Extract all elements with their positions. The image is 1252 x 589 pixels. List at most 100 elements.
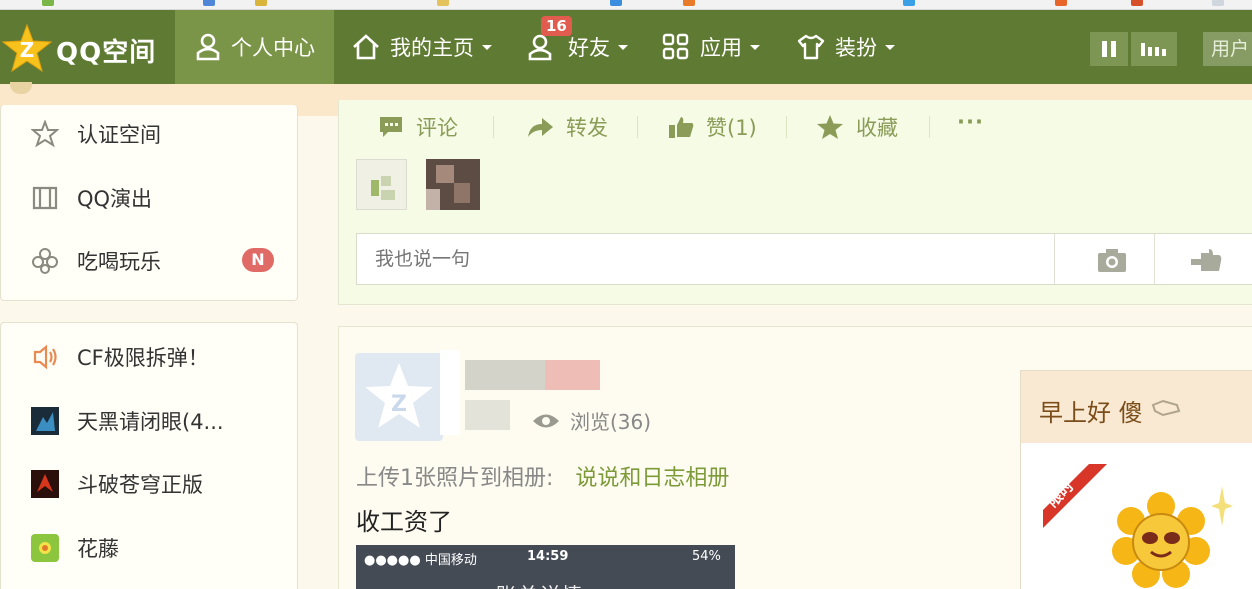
vip-badge	[545, 360, 600, 390]
bookmark-icon[interactable]	[1055, 0, 1067, 6]
nav-personal-center[interactable]: 个人中心	[175, 10, 334, 84]
comment-box	[356, 233, 1252, 285]
sidebar-app-doupo[interactable]: 斗破苍穹正版	[29, 466, 203, 502]
sidebar-item-label: QQ演出	[77, 187, 153, 211]
sidebar-app-werewolf[interactable]: 天黑请闭眼(4...	[29, 403, 224, 439]
bars-icon	[1141, 43, 1166, 56]
logo-text: QQ空间	[56, 38, 157, 68]
blurred-time	[465, 400, 510, 430]
phone-time: 14:59	[527, 549, 569, 564]
new-badge: N	[242, 248, 274, 272]
comment-button[interactable]: 评论	[378, 111, 458, 143]
comment-icon	[380, 117, 402, 137]
bookmark-icon[interactable]	[255, 0, 267, 6]
like-label: 赞(1)	[706, 116, 757, 140]
more-actions-button[interactable]: ···	[957, 106, 984, 138]
sidebar-app-huateng[interactable]: 花藤	[29, 530, 119, 566]
hand-wave-icon	[1151, 399, 1181, 417]
blurred-photo-icon	[426, 159, 480, 210]
greeting-header: 早上好 傻	[1021, 371, 1252, 443]
star-icon	[817, 115, 843, 139]
thumbs-up-icon	[669, 117, 694, 138]
bookmark-icon[interactable]	[437, 0, 449, 6]
friends-notification-badge: 16	[541, 16, 572, 36]
eye-icon	[533, 414, 559, 427]
nav-label: 我的主页	[390, 36, 474, 60]
flower-app-icon	[29, 532, 61, 564]
nav-label: 应用	[700, 36, 742, 60]
album-link[interactable]: 说说和日志相册	[575, 466, 729, 491]
thumbs-up-icon	[371, 176, 395, 200]
person-icon	[196, 33, 220, 61]
home-icon	[353, 34, 379, 60]
game-thumb-icon	[29, 405, 61, 437]
bookmark-icon[interactable]	[42, 0, 54, 6]
camera-icon	[1098, 249, 1126, 272]
svg-text:Z: Z	[20, 38, 35, 62]
favorite-button[interactable]: 收藏	[816, 111, 898, 143]
post-text: 收工资了	[356, 508, 452, 536]
poster-avatar[interactable]: Z	[355, 353, 443, 441]
chevron-down-icon	[618, 44, 628, 50]
sidebar-item-label: 吃喝玩乐	[77, 250, 161, 274]
chevron-down-icon	[750, 44, 760, 50]
divider	[1154, 234, 1155, 284]
star-logo-icon: Z	[2, 24, 52, 72]
bookmark-icon[interactable]	[610, 0, 622, 6]
bookmark-icon[interactable]	[903, 0, 915, 6]
divider	[786, 116, 787, 138]
qzone-logo[interactable]: Z QQ空间	[0, 10, 175, 84]
pointer-hand-icon	[1191, 249, 1222, 271]
sparkle-icon	[1211, 486, 1233, 526]
nav-decorate[interactable]: 装扮	[797, 10, 895, 84]
flower-icon	[29, 245, 61, 277]
sidebar-item-certified[interactable]: 认证空间	[29, 116, 161, 152]
nav-apps[interactable]: 应用	[662, 10, 760, 84]
sidebar-item-food-fun[interactable]: 吃喝玩乐	[29, 243, 161, 279]
sidebar-item-label: 花藤	[77, 537, 119, 561]
chevron-down-icon	[885, 44, 895, 50]
comment-label: 评论	[416, 116, 458, 140]
nav-label: 装扮	[835, 36, 877, 60]
forward-button[interactable]: 转发	[526, 111, 608, 143]
bookmark-icon[interactable]	[683, 0, 695, 6]
sidebar-item-qq-shows[interactable]: QQ演出	[29, 180, 152, 216]
friends-icon	[528, 34, 552, 61]
top-nav: Z QQ空间 个人中心 我的主页 好友 应用 装扮 用户	[0, 10, 1252, 84]
liker-avatar[interactable]	[426, 159, 480, 210]
upload-line: 上传1张照片到相册: 说说和日志相册	[356, 460, 729, 492]
emoji-button[interactable]	[1177, 245, 1237, 275]
bookmark-icon[interactable]	[203, 0, 215, 6]
divider	[929, 116, 930, 138]
forward-arrow-icon	[528, 118, 553, 137]
user-menu[interactable]: 用户	[1203, 32, 1252, 66]
phone-carrier: ●●●●● 中国移动	[364, 553, 477, 568]
phone-battery: 54%	[692, 549, 721, 564]
photo-button[interactable]	[1077, 245, 1147, 275]
sidebar-panel-apps: CF极限拆弹！ 天黑请闭眼(4... 斗破苍穹正版 花藤	[0, 322, 298, 589]
blurred-username	[465, 360, 545, 390]
bookmark-icon[interactable]	[1131, 0, 1143, 6]
nav-my-homepage[interactable]: 我的主页	[352, 10, 492, 84]
phone-screen-title: 账单详情	[496, 579, 584, 589]
bookmark-icon[interactable]	[1212, 0, 1224, 6]
bars-view-button[interactable]	[1131, 32, 1177, 66]
sunflower-icon	[1112, 492, 1210, 588]
liker-avatar[interactable]	[356, 159, 407, 210]
greeting-title: 早上好 傻	[1039, 399, 1143, 427]
favorite-label: 收藏	[856, 116, 898, 140]
sidebar-item-label: 认证空间	[77, 123, 161, 147]
comment-input[interactable]	[357, 234, 1054, 284]
ticket-icon	[29, 182, 61, 214]
blur-mask	[440, 350, 460, 435]
pause-view-button[interactable]	[1090, 32, 1128, 66]
nav-label: 好友	[568, 36, 610, 60]
view-count: 浏览(36)	[532, 406, 651, 435]
like-button[interactable]: 赞(1)	[668, 111, 757, 143]
tshirt-icon	[797, 34, 825, 60]
game-thumb-icon	[29, 468, 61, 500]
qzone-star-avatar-icon: Z	[365, 363, 433, 428]
post-photo[interactable]: ●●●●● 中国移动 14:59 54% 账单详情	[356, 545, 735, 589]
forward-label: 转发	[566, 116, 608, 140]
sidebar-app-cf[interactable]: CF极限拆弹！	[29, 339, 209, 375]
